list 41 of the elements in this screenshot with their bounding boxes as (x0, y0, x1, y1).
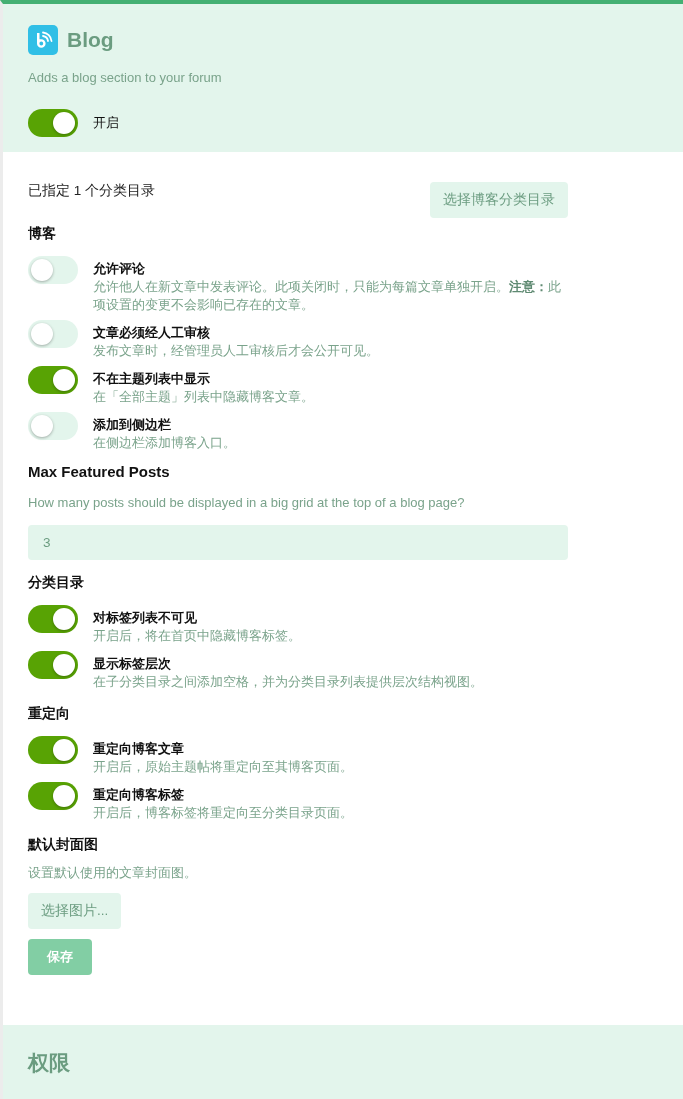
setting-label: 不在主题列表中显示 (93, 370, 211, 388)
section-heading: 博客 (28, 224, 57, 242)
toggle-switch[interactable] (28, 256, 78, 284)
section-heading: 重定向 (28, 704, 71, 722)
toggle-switch[interactable] (28, 782, 78, 810)
setting-label: 重定向博客文章 (93, 740, 185, 758)
setting-help-text: 开启后，将在首页中隐藏博客标签。 (93, 627, 302, 645)
extension-description: Adds a blog section to your forum (28, 70, 223, 86)
setting-help-text: 开启后，博客标签将重定向至分类目录页面。 (93, 804, 354, 822)
setting-help-text: 在「全部主题」列表中隐藏博客文章。 (93, 388, 315, 406)
section-heading: 分类目录 (28, 573, 85, 591)
toggle-switch[interactable] (28, 605, 78, 633)
feed-icon (28, 25, 58, 55)
section-heading: 默认封面图 (28, 835, 99, 853)
toggle-switch[interactable] (28, 366, 78, 394)
toggle-switch[interactable] (28, 320, 78, 348)
number-input-field[interactable]: 3 (28, 525, 568, 560)
setting-help-text: 设置默认使用的文章封面图。 (28, 865, 198, 881)
setting-help-text: 在子分类目录之间添加空格，并为分类目录列表提供层次结构视图。 (93, 673, 484, 691)
setting-label: 对标签列表不可见 (93, 609, 198, 627)
toggle-switch[interactable] (28, 736, 78, 764)
select-category-button[interactable]: 选择博客分类目录 (430, 182, 568, 218)
setting-label: 文章必须经人工审核 (93, 324, 211, 342)
setting-help-text: 允许他人在新文章中发表评论。此项关闭时，只能为每篇文章单独开启。注意：此项设置的变更不会影响已存在的文章。 (93, 278, 562, 314)
setting-label: 添加到侧边栏 (93, 416, 172, 434)
setting-help-text: 在侧边栏添加博客入口。 (93, 434, 237, 452)
extension-title: Blog (67, 27, 114, 53)
setting-help-text: How many posts should be displayed in a big grid at the top of a blog page? (28, 495, 466, 511)
section-heading: Max Featured Posts (28, 463, 171, 481)
section-title: 权限 (28, 1050, 71, 1076)
setting-label: 显示标签层次 (93, 655, 172, 673)
setting-help-text: 发布文章时，经管理员人工审核后才会公开可见。 (93, 342, 380, 360)
toggle-switch[interactable] (28, 109, 78, 137)
toggle-switch[interactable] (28, 412, 78, 440)
setting-help-text: 开启后，原始主题帖将重定向至其博客页面。 (93, 758, 354, 776)
toggle-label: 开启 (93, 114, 119, 132)
toggle-switch[interactable] (28, 651, 78, 679)
choose-image-button[interactable]: 选择图片... (28, 893, 122, 929)
category-count-text: 已指定 1 个分类目录 (28, 183, 155, 199)
setting-label: 重定向博客标签 (93, 786, 185, 804)
setting-label: 允许评论 (93, 260, 146, 278)
